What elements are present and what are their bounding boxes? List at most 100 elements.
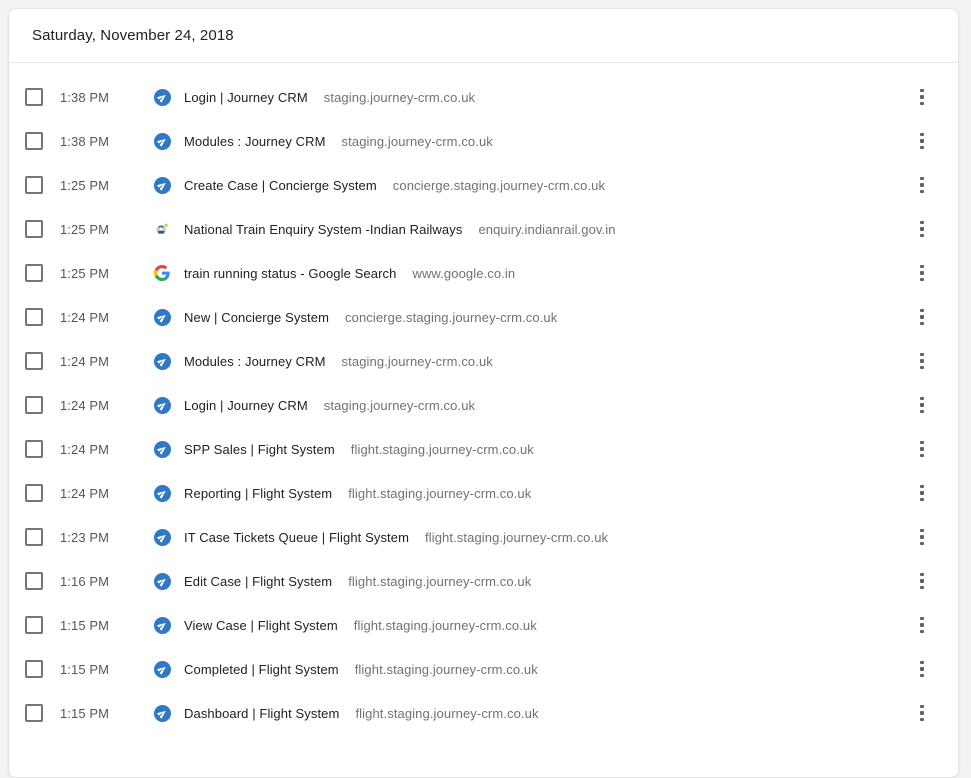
- history-row: 1:23 PM IT Case Tickets Queue | Flight S…: [9, 515, 958, 559]
- row-checkbox[interactable]: [25, 616, 43, 634]
- site-domain: www.google.co.in: [412, 265, 516, 281]
- kebab-menu-icon[interactable]: [910, 564, 934, 598]
- visit-time: 1:38 PM: [60, 89, 110, 105]
- visit-time: 1:25 PM: [60, 221, 110, 237]
- visit-time: 1:25 PM: [60, 265, 110, 281]
- journey-crm-favicon: [153, 572, 171, 590]
- kebab-menu-icon[interactable]: [910, 520, 934, 554]
- history-row: 1:15 PM Completed | Flight System flight…: [9, 647, 958, 691]
- history-link[interactable]: View Case | Flight System: [184, 618, 338, 633]
- history-link[interactable]: train running status - Google Search: [184, 266, 396, 281]
- site-domain: flight.staging.journey-crm.co.uk: [425, 529, 609, 545]
- history-link[interactable]: SPP Sales | Fight System: [184, 442, 335, 457]
- history-row: 1:24 PM New | Concierge System concierge…: [9, 295, 958, 339]
- site-domain: flight.staging.journey-crm.co.uk: [353, 617, 537, 633]
- journey-crm-favicon: [153, 308, 171, 326]
- visit-time: 1:25 PM: [60, 177, 110, 193]
- kebab-menu-icon[interactable]: [910, 476, 934, 510]
- history-link[interactable]: Edit Case | Flight System: [184, 574, 332, 589]
- history-link[interactable]: Create Case | Concierge System: [184, 178, 377, 193]
- history-row: 1:25 PM Create Case | Concierge System c…: [9, 163, 958, 207]
- history-link[interactable]: Completed | Flight System: [184, 662, 339, 677]
- row-checkbox[interactable]: [25, 88, 43, 106]
- journey-crm-favicon: [153, 176, 171, 194]
- history-link[interactable]: Dashboard | Flight System: [184, 706, 339, 721]
- row-checkbox[interactable]: [25, 484, 43, 502]
- history-link[interactable]: National Train Enquiry System -Indian Ra…: [184, 222, 462, 237]
- journey-crm-favicon: [153, 484, 171, 502]
- row-checkbox[interactable]: [25, 220, 43, 238]
- row-checkbox[interactable]: [25, 308, 43, 326]
- visit-time: 1:24 PM: [60, 441, 110, 457]
- kebab-menu-icon[interactable]: [910, 344, 934, 378]
- kebab-menu-icon[interactable]: [910, 388, 934, 422]
- history-link[interactable]: Modules : Journey CRM: [184, 134, 326, 149]
- history-row: 1:15 PM View Case | Flight System flight…: [9, 603, 958, 647]
- history-link[interactable]: IT Case Tickets Queue | Flight System: [184, 530, 409, 545]
- visit-time: 1:15 PM: [60, 617, 110, 633]
- journey-crm-favicon: [153, 132, 171, 150]
- row-checkbox[interactable]: [25, 396, 43, 414]
- site-domain: flight.staging.journey-crm.co.uk: [348, 485, 532, 501]
- history-link[interactable]: Login | Journey CRM: [184, 90, 308, 105]
- journey-crm-favicon: [153, 440, 171, 458]
- site-domain: enquiry.indianrail.gov.in: [478, 221, 616, 237]
- row-checkbox[interactable]: [25, 176, 43, 194]
- date-header: Saturday, November 24, 2018: [9, 9, 958, 63]
- row-checkbox[interactable]: [25, 440, 43, 458]
- google-favicon: [153, 264, 171, 282]
- journey-crm-favicon: [153, 616, 171, 634]
- history-row: 1:16 PM Edit Case | Flight System flight…: [9, 559, 958, 603]
- history-row: 1:38 PM Modules : Journey CRM staging.jo…: [9, 119, 958, 163]
- site-domain: staging.journey-crm.co.uk: [341, 133, 493, 149]
- row-checkbox[interactable]: [25, 660, 43, 678]
- row-checkbox[interactable]: [25, 132, 43, 150]
- visit-time: 1:16 PM: [60, 573, 110, 589]
- row-checkbox[interactable]: [25, 704, 43, 722]
- journey-crm-favicon: [153, 660, 171, 678]
- visit-time: 1:23 PM: [60, 529, 110, 545]
- site-domain: staging.journey-crm.co.uk: [323, 397, 476, 413]
- history-link[interactable]: Modules : Journey CRM: [184, 354, 326, 369]
- kebab-menu-icon[interactable]: [910, 652, 934, 686]
- history-list: 1:38 PM Login | Journey CRM staging.jour…: [9, 63, 958, 735]
- kebab-menu-icon[interactable]: [910, 124, 934, 158]
- kebab-menu-icon[interactable]: [910, 608, 934, 642]
- kebab-menu-icon[interactable]: [910, 696, 934, 730]
- history-row: 1:25 PM train running status - Google Se…: [9, 251, 958, 295]
- visit-time: 1:24 PM: [60, 309, 110, 325]
- row-checkbox[interactable]: [25, 572, 43, 590]
- site-domain: staging.journey-crm.co.uk: [341, 353, 493, 369]
- history-link[interactable]: Reporting | Flight System: [184, 486, 332, 501]
- history-row: 1:24 PM Reporting | Flight System flight…: [9, 471, 958, 515]
- site-domain: flight.staging.journey-crm.co.uk: [355, 705, 539, 721]
- kebab-menu-icon[interactable]: [910, 80, 934, 114]
- visit-time: 1:24 PM: [60, 397, 110, 413]
- kebab-menu-icon[interactable]: [910, 256, 934, 290]
- history-date-card: Saturday, November 24, 2018 1:38 PM Logi…: [8, 8, 959, 778]
- history-row: 1:24 PM SPP Sales | Fight System flight.…: [9, 427, 958, 471]
- site-domain: flight.staging.journey-crm.co.uk: [350, 441, 534, 457]
- history-link[interactable]: Login | Journey CRM: [184, 398, 308, 413]
- site-domain: flight.staging.journey-crm.co.uk: [348, 573, 532, 589]
- history-row: 1:25 PM National Train Enquiry System -I…: [9, 207, 958, 251]
- row-checkbox[interactable]: [25, 264, 43, 282]
- visit-time: 1:15 PM: [60, 705, 110, 721]
- journey-crm-favicon: [153, 528, 171, 546]
- kebab-menu-icon[interactable]: [910, 432, 934, 466]
- history-row: 1:24 PM Modules : Journey CRM staging.jo…: [9, 339, 958, 383]
- history-row: 1:38 PM Login | Journey CRM staging.jour…: [9, 75, 958, 119]
- visit-time: 1:24 PM: [60, 485, 110, 501]
- history-row: 1:15 PM Dashboard | Flight System flight…: [9, 691, 958, 735]
- row-checkbox[interactable]: [25, 352, 43, 370]
- kebab-menu-icon[interactable]: [910, 168, 934, 202]
- row-checkbox[interactable]: [25, 528, 43, 546]
- site-domain: concierge.staging.journey-crm.co.uk: [345, 309, 558, 325]
- kebab-menu-icon[interactable]: [910, 212, 934, 246]
- kebab-menu-icon[interactable]: [910, 300, 934, 334]
- journey-crm-favicon: [153, 88, 171, 106]
- journey-crm-favicon: [153, 352, 171, 370]
- visit-time: 1:24 PM: [60, 353, 110, 369]
- history-link[interactable]: New | Concierge System: [184, 310, 329, 325]
- history-row: 1:24 PM Login | Journey CRM staging.jour…: [9, 383, 958, 427]
